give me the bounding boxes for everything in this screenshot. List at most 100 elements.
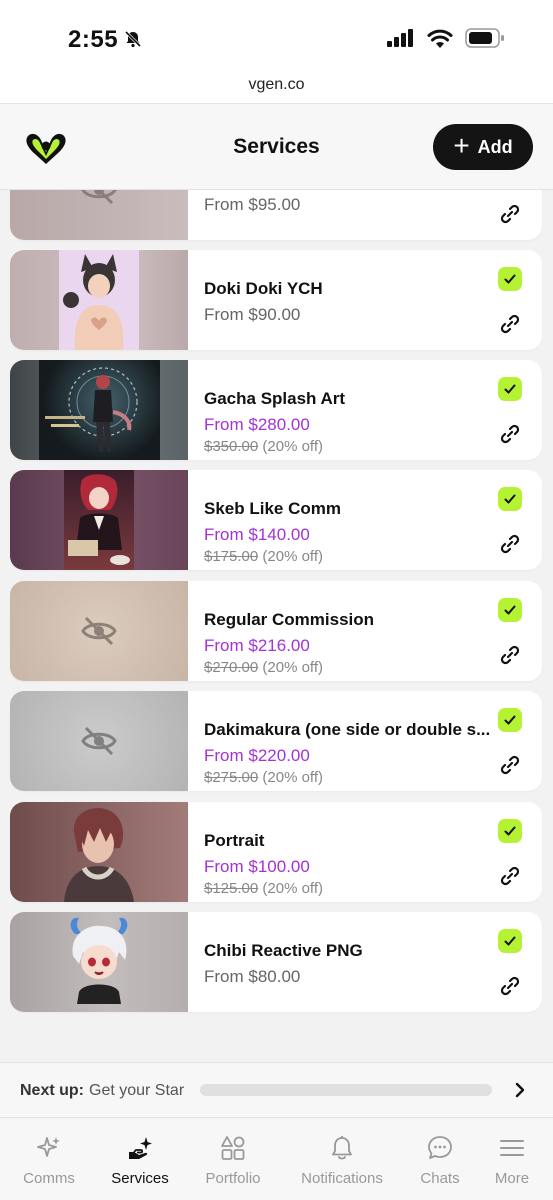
- original-price-row: $270.00 (20% off): [204, 659, 323, 676]
- tab-label: Portfolio: [205, 1170, 261, 1187]
- service-card[interactable]: Portrait From $100.00 $125.00 (20% off): [10, 802, 542, 902]
- add-button-label: Add: [477, 136, 513, 157]
- discount-label: (20% off): [262, 880, 323, 897]
- checkmark-icon: [504, 936, 516, 946]
- service-title: Skeb Like Comm: [204, 499, 341, 518]
- eye-slash-icon: [81, 726, 117, 756]
- artwork-image: [39, 360, 160, 460]
- service-card[interactable]: Gacha Splash Art From $280.00 $350.00 (2…: [10, 360, 542, 460]
- original-price-row: $275.00 (20% off): [204, 769, 323, 786]
- checkmark-icon: [504, 605, 516, 615]
- artwork-image: [59, 250, 139, 350]
- chat-bubble-icon: [428, 1136, 452, 1159]
- service-sale-price: From $100.00: [204, 857, 310, 876]
- link-icon[interactable]: [499, 644, 521, 666]
- service-title: Gacha Splash Art: [204, 389, 346, 408]
- service-thumbnail: [10, 190, 188, 240]
- artwork-image: [70, 917, 128, 1004]
- chevron-right-icon[interactable]: [512, 1080, 528, 1100]
- tab-more[interactable]: More: [482, 1118, 542, 1200]
- tab-label: Chats: [420, 1170, 460, 1187]
- service-card[interactable]: Skeb Like Comm From $140.00 $175.00 (20%…: [10, 470, 542, 570]
- service-title: Portrait: [204, 831, 265, 850]
- url-text: vgen.co: [248, 76, 305, 93]
- sparkles-icon: [37, 1137, 60, 1157]
- next-up-progress-bar: [200, 1084, 492, 1096]
- original-price-row: $350.00 (20% off): [204, 438, 323, 455]
- service-price: From $95.00: [204, 195, 301, 214]
- bell-icon: [332, 1136, 352, 1160]
- original-price: $175.00: [204, 548, 259, 565]
- discount-label: (20% off): [262, 769, 323, 786]
- service-sale-price: From $280.00: [204, 415, 310, 434]
- checkmark-icon: [504, 826, 516, 836]
- service-price: From $80.00: [204, 967, 301, 986]
- tab-comms[interactable]: Comms: [10, 1118, 88, 1200]
- status-icons: [387, 28, 505, 48]
- original-price: $125.00: [204, 880, 259, 897]
- bell-slash-icon: [124, 30, 142, 48]
- service-thumbnail: [10, 360, 188, 460]
- original-price-row: $175.00 (20% off): [204, 548, 323, 565]
- service-card[interactable]: Doki Doki YCH From $90.00: [10, 250, 542, 350]
- service-thumbnail: [10, 912, 188, 1012]
- discount-label: (20% off): [262, 438, 323, 455]
- eye-slash-icon: [81, 616, 117, 646]
- service-title: Regular Commission: [204, 610, 375, 629]
- services-list[interactable]: From $95.00 Doki Doki YCH From $90.00 Ga…: [0, 190, 553, 1062]
- tab-label: Services: [111, 1170, 169, 1187]
- checkmark-icon: [504, 384, 516, 394]
- active-check-badge: [498, 708, 522, 732]
- hand-sparkle-icon: [129, 1137, 152, 1159]
- link-icon[interactable]: [499, 975, 521, 997]
- tab-portfolio[interactable]: Portfolio: [196, 1118, 270, 1200]
- checkmark-icon: [504, 274, 516, 284]
- service-card[interactable]: Chibi Reactive PNG From $80.00: [10, 912, 542, 1012]
- link-icon[interactable]: [499, 754, 521, 776]
- tab-services[interactable]: Services: [100, 1118, 180, 1200]
- cellular-signal-icon: [387, 29, 413, 47]
- active-check-badge: [498, 487, 522, 511]
- service-thumbnail: [10, 691, 188, 791]
- battery-icon: [465, 28, 504, 48]
- wifi-icon: [427, 29, 453, 48]
- discount-label: (20% off): [262, 659, 323, 676]
- tab-label: Notifications: [301, 1170, 383, 1187]
- status-bar: 2:55: [0, 0, 553, 72]
- next-up-text: Get your Star: [89, 1082, 185, 1099]
- add-service-button[interactable]: + Add: [433, 124, 533, 170]
- original-price-row: $125.00 (20% off): [204, 880, 323, 897]
- service-sale-price: From $140.00: [204, 525, 310, 544]
- next-up-bar[interactable]: Next up: Get your Star: [0, 1062, 553, 1118]
- artwork-image: [64, 470, 134, 570]
- bottom-tab-bar: Comms Services Portfolio Notifications C…: [0, 1118, 553, 1200]
- service-title: Dakimakura (one side or double s...: [204, 720, 491, 739]
- active-check-badge: [498, 819, 522, 843]
- link-icon[interactable]: [499, 533, 521, 555]
- tab-chats[interactable]: Chats: [410, 1118, 470, 1200]
- link-icon[interactable]: [499, 423, 521, 445]
- service-card[interactable]: Regular Commission From $216.00 $270.00 …: [10, 581, 542, 681]
- service-price: From $90.00: [204, 305, 301, 324]
- tab-label: More: [494, 1170, 530, 1187]
- service-sale-price: From $216.00: [204, 636, 310, 655]
- service-title: Chibi Reactive PNG: [204, 941, 363, 960]
- app-header: Services + Add: [0, 104, 553, 190]
- original-price: $350.00: [204, 438, 259, 455]
- status-time: 2:55: [68, 26, 119, 53]
- service-thumbnail: [10, 470, 188, 570]
- checkmark-icon: [504, 715, 516, 725]
- service-card[interactable]: From $95.00: [10, 190, 542, 240]
- service-sale-price: From $220.00: [204, 746, 310, 765]
- link-icon[interactable]: [499, 203, 521, 225]
- service-thumbnail: [10, 802, 188, 902]
- url-bar[interactable]: vgen.co: [0, 72, 553, 104]
- link-icon[interactable]: [499, 313, 521, 335]
- link-icon[interactable]: [499, 865, 521, 887]
- discount-label: (20% off): [262, 548, 323, 565]
- active-check-badge: [498, 598, 522, 622]
- active-check-badge: [498, 929, 522, 953]
- tab-notifications[interactable]: Notifications: [286, 1118, 398, 1200]
- service-card[interactable]: Dakimakura (one side or double s... From…: [10, 691, 542, 791]
- active-check-badge: [498, 267, 522, 291]
